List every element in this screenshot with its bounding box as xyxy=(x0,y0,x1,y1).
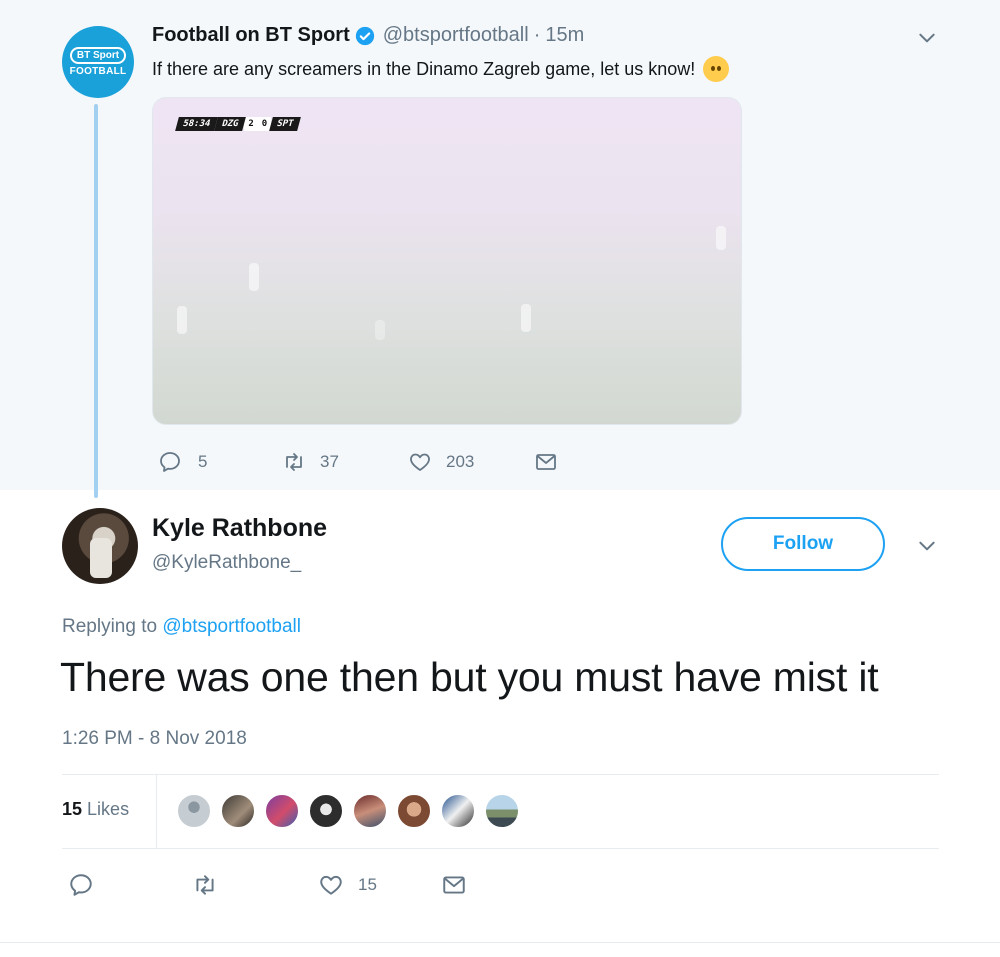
retweet-count: 37 xyxy=(320,452,339,471)
bt-football-logo-text: FOOTBALL xyxy=(69,66,127,77)
envelope-icon xyxy=(536,454,556,470)
reply-icon xyxy=(70,874,92,896)
scoreboard-overlay: 58:34 DZG 2 0 SPT xyxy=(175,117,302,131)
liker-avatar[interactable] xyxy=(220,793,256,829)
player-figure xyxy=(521,304,531,332)
reply-like-count: 15 xyxy=(358,875,377,894)
likes-label: Likes xyxy=(87,799,130,819)
retweet-action[interactable] xyxy=(192,872,218,898)
chevron-down-icon[interactable] xyxy=(917,536,937,556)
like-count: 203 xyxy=(446,452,475,471)
neutral-face-emoji-icon xyxy=(703,56,730,82)
reply-author-name[interactable]: Kyle Rathbone xyxy=(152,514,327,543)
scoreboard-away: SPT xyxy=(269,117,302,131)
user-avatar[interactable] xyxy=(62,508,138,584)
parent-tweet-text: If there are any screamers in the Dinamo… xyxy=(152,58,696,79)
replying-to-link[interactable]: @btsportfootball xyxy=(162,616,301,637)
tweet-time[interactable]: 15m xyxy=(545,24,584,47)
reply-tweet-text: There was one then but you must have mis… xyxy=(60,654,879,700)
player-figure xyxy=(375,320,385,340)
author-name[interactable]: Football on BT Sport xyxy=(152,24,350,47)
thread-connector-line xyxy=(94,104,98,498)
replying-prefix: Replying to xyxy=(62,616,158,637)
reply-author-handle[interactable]: @KyleRathbone_ xyxy=(152,552,301,574)
follow-button[interactable]: Follow xyxy=(721,517,885,571)
liker-avatar[interactable] xyxy=(308,793,344,829)
retweet-icon xyxy=(286,453,302,471)
header-separator: · xyxy=(533,24,541,46)
chevron-down-icon[interactable] xyxy=(917,28,937,48)
likes-count: 15 xyxy=(62,799,83,819)
tweet-media-video[interactable]: 58:34 DZG 2 0 SPT xyxy=(152,97,742,425)
stats-separator xyxy=(156,775,157,848)
replying-to: Replying to @btsportfootball xyxy=(62,616,301,638)
player-figure xyxy=(177,306,187,334)
liker-avatar[interactable] xyxy=(352,793,388,829)
verified-badge-icon xyxy=(355,26,375,46)
reply-action[interactable] xyxy=(68,872,94,898)
reply-icon xyxy=(160,452,180,472)
scoreboard-home: DZG xyxy=(214,117,247,131)
divider xyxy=(62,774,939,775)
like-action[interactable]: 15 xyxy=(318,872,377,898)
liker-avatar[interactable] xyxy=(484,793,520,829)
reply-count: 5 xyxy=(198,452,208,471)
player-figure xyxy=(716,226,726,250)
bt-sport-logo-text: BT Sport xyxy=(69,47,127,64)
direct-message-action[interactable] xyxy=(441,872,467,898)
like-action[interactable]: 203 xyxy=(408,450,474,474)
bt-sport-avatar[interactable]: BT Sport FOOTBALL xyxy=(62,26,134,98)
retweet-action[interactable]: 37 xyxy=(282,450,339,474)
parent-tweet-text-row: If there are any screamers in the Dinamo… xyxy=(152,56,730,82)
liker-avatar[interactable] xyxy=(440,793,476,829)
envelope-icon xyxy=(443,876,465,894)
direct-message-action[interactable] xyxy=(534,450,558,474)
reply-action[interactable]: 5 xyxy=(158,450,207,474)
parent-tweet[interactable]: BT Sport FOOTBALL Football on BT Sport @… xyxy=(0,0,1000,498)
likes-stat[interactable]: 15 Likes xyxy=(62,799,129,820)
player-figure xyxy=(249,263,259,291)
reply-timestamp[interactable]: 1:26 PM - 8 Nov 2018 xyxy=(62,728,247,750)
divider xyxy=(62,848,939,849)
liker-avatar[interactable] xyxy=(176,793,212,829)
heart-icon xyxy=(320,875,342,895)
bottom-divider xyxy=(0,942,1000,943)
liker-avatar[interactable] xyxy=(396,793,432,829)
heart-icon xyxy=(410,453,430,471)
author-handle[interactable]: @btsportfootball xyxy=(383,24,529,47)
scoreboard-home-score: 2 xyxy=(244,117,258,131)
scoreboard-clock: 58:34 xyxy=(175,117,218,131)
liker-avatar[interactable] xyxy=(264,793,300,829)
parent-tweet-header: Football on BT Sport @btsportfootball · … xyxy=(152,24,584,47)
likers-avatar-row xyxy=(176,793,528,829)
retweet-icon xyxy=(196,875,214,895)
